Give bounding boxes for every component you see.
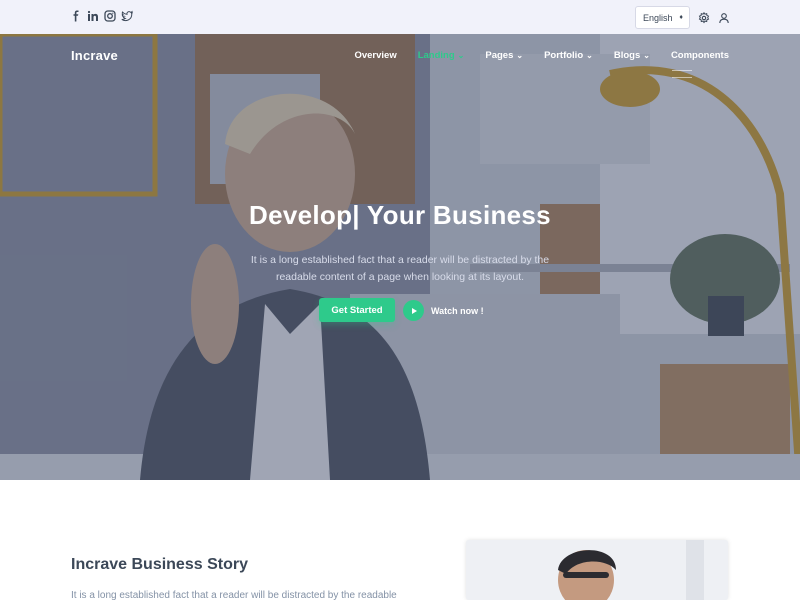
linkedin-icon[interactable] (87, 10, 99, 22)
nav-item-components[interactable]: Components (671, 50, 729, 61)
hero-description-line: It is a long established fact that a rea… (250, 254, 550, 266)
brand-logo[interactable]: Incrave (71, 48, 118, 63)
story-image (466, 540, 728, 600)
nav-item-label: Portfolio (544, 50, 584, 61)
instagram-icon[interactable] (104, 10, 116, 22)
nav-item-blogs[interactable]: Blogs ⌄ (614, 50, 650, 61)
settings-icon[interactable] (698, 11, 710, 24)
chevron-down-icon: ⌄ (516, 51, 524, 60)
nav-item-label: Pages (485, 50, 514, 61)
top-bar-actions: English ♦ (635, 6, 730, 29)
facebook-icon[interactable] (70, 10, 82, 22)
language-select[interactable]: English ♦ (635, 6, 690, 29)
watch-video-label: Watch now ! (431, 305, 484, 316)
nav-item-label: Blogs (613, 50, 641, 61)
chevron-down-icon: ⌄ (643, 51, 650, 60)
menu-toggle-icon[interactable] (672, 70, 692, 84)
nav-item-label: Overview (354, 50, 397, 61)
hero-section: Incrave Overview Landing ⌄ Pages ⌄ Portf… (0, 34, 800, 480)
main-nav: Overview Landing ⌄ Pages ⌄ Portfolio ⌄ B… (354, 50, 729, 61)
top-bar: English ♦ (0, 0, 800, 34)
hero-description-line: readable content of a page when looking … (275, 271, 525, 283)
nav-item-overview[interactable]: Overview (354, 50, 396, 61)
nav-item-landing[interactable]: Landing ⌄ (418, 50, 465, 61)
story-text: It is a long established fact that a rea… (71, 590, 397, 600)
nav-item-label: Components (670, 50, 729, 61)
nav-item-label: Landing (417, 50, 455, 61)
story-title: Incrave Business Story (71, 556, 248, 573)
get-started-button[interactable]: Get Started (319, 298, 395, 322)
twitter-icon[interactable] (121, 10, 133, 22)
user-icon[interactable] (718, 12, 730, 24)
chevron-down-icon: ⌄ (457, 51, 465, 60)
chevron-updown-icon: ♦ (679, 14, 683, 21)
nav-item-pages[interactable]: Pages ⌄ (485, 50, 523, 61)
nav-item-portfolio[interactable]: Portfolio ⌄ (544, 50, 593, 61)
watch-video-button[interactable]: Watch now ! (403, 300, 484, 321)
chevron-down-icon: ⌄ (586, 51, 593, 60)
hero-title: Develop| Your Business (249, 200, 551, 230)
social-links (70, 10, 133, 22)
language-select-value: English (643, 12, 673, 23)
play-icon[interactable] (403, 300, 424, 321)
hero-description: It is a long established fact that a rea… (220, 252, 580, 286)
